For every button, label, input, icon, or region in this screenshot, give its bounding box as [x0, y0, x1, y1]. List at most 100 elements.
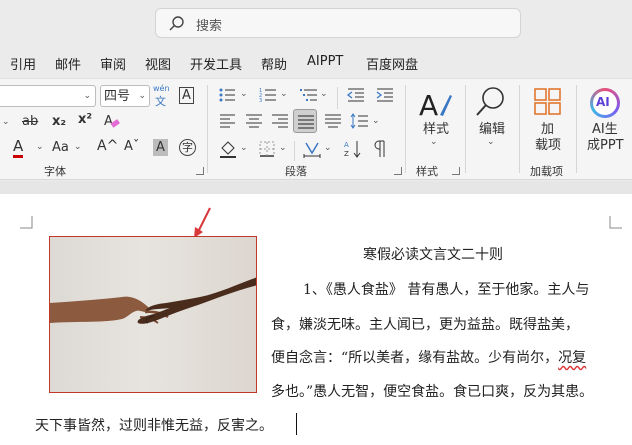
svg-text:A: A — [419, 89, 438, 121]
numbering-icon[interactable]: 123 — [259, 86, 281, 104]
add-ins-label-top[interactable]: 加 — [541, 123, 554, 136]
group-divider — [576, 85, 577, 173]
styles-button-label[interactable]: 样式 — [423, 123, 449, 136]
svg-text:A: A — [344, 141, 349, 149]
group-label-addins: 加载项 — [530, 165, 563, 178]
justify-button[interactable] — [293, 109, 317, 133]
search-icon — [169, 16, 184, 31]
search-placeholder: 搜索 — [196, 19, 223, 34]
sort-icon[interactable]: AZ — [344, 139, 362, 159]
margin-corner-mark — [609, 216, 622, 229]
group-divider — [519, 85, 520, 173]
clear-formatting-icon[interactable]: A — [103, 112, 121, 130]
tab-baidu-netdisk[interactable]: 百度网盘 — [366, 54, 418, 73]
paragraph-line-1: 1、《愚人食盐》 昔有愚人，至于他家。主人与 — [303, 282, 590, 298]
chevron-down-icon[interactable]: ⌄ — [36, 142, 44, 152]
phonetic-guide-button[interactable]: 文 — [155, 96, 166, 107]
chevron-down-icon[interactable]: ⌄ — [240, 89, 248, 99]
line-spacing-icon[interactable] — [350, 113, 370, 129]
chinese-layout-icon[interactable] — [302, 139, 322, 159]
search-box[interactable]: 搜索 — [155, 8, 521, 38]
ai-ppt-label-top[interactable]: AI生 — [592, 123, 618, 136]
decrease-indent-icon[interactable] — [346, 86, 366, 104]
chevron-down-icon[interactable]: ⌄ — [430, 137, 438, 147]
add-ins-label-bottom[interactable]: 载项 — [535, 139, 561, 152]
show-marks-icon[interactable] — [372, 139, 388, 159]
align-left-icon[interactable] — [219, 113, 237, 129]
align-justify-icon — [298, 115, 314, 129]
svg-text:Z: Z — [344, 150, 349, 158]
chevron-down-icon[interactable]: ⌄ — [74, 142, 82, 152]
enclose-characters-button[interactable]: 字 — [179, 139, 196, 156]
tab-help[interactable]: 帮助 — [261, 54, 287, 73]
chevron-down-icon[interactable]: ⌄ — [372, 116, 380, 126]
superscript-button[interactable]: x² — [78, 113, 92, 126]
ai-ppt-icon[interactable]: AI — [590, 88, 620, 118]
font-color-button[interactable]: A — [13, 139, 24, 158]
character-shading-button[interactable]: A — [153, 139, 168, 156]
tab-developer[interactable]: 开发工具 — [190, 54, 242, 73]
paragraph-line-3-text: 便自念言：“所以美者，缘有盐故。少有尚尔， — [271, 350, 559, 366]
chevron-down-icon[interactable]: ⌄ — [324, 143, 332, 153]
editing-button-label[interactable]: 编辑 — [479, 123, 505, 136]
chevron-down-icon[interactable]: ⌄ — [320, 89, 328, 99]
strikethrough-button[interactable]: ab — [22, 115, 38, 128]
tab-review[interactable]: 审阅 — [100, 54, 126, 73]
bullets-icon[interactable] — [218, 86, 240, 104]
paragraph-dialog-launcher-icon[interactable] — [394, 167, 402, 175]
borders-icon[interactable] — [258, 140, 276, 158]
chevron-down-icon[interactable]: ⌄ — [2, 117, 10, 127]
tab-references[interactable]: 引用 — [10, 54, 36, 73]
tab-mailings[interactable]: 邮件 — [55, 54, 81, 73]
grow-font-button[interactable]: A^ — [97, 139, 118, 153]
find-magnifier-icon[interactable] — [474, 85, 508, 119]
align-right-icon[interactable] — [271, 113, 289, 129]
paragraph-line-4: 多也。”愚人无智，便空食盐。食已口爽，反为其患。 — [271, 384, 594, 400]
shrink-font-button[interactable]: Aˇ — [124, 140, 139, 153]
document-title: 寒假必读文言文二十则 — [363, 247, 503, 263]
font-size-value: 四号 — [104, 89, 131, 104]
chevron-down-icon[interactable]: ⌄ — [280, 89, 288, 99]
paragraph-line-2: 食，嫌淡无味。主人闻已，更为益盐。既得盐美， — [271, 317, 579, 333]
group-label-paragraph: 段落 — [285, 165, 307, 178]
divider — [337, 87, 338, 109]
annotation-arrow-icon — [194, 207, 211, 238]
divider — [294, 141, 295, 161]
change-case-button[interactable]: Aa — [52, 141, 69, 154]
hands-photo[interactable] — [49, 236, 257, 393]
increase-indent-icon[interactable] — [375, 86, 395, 104]
multilevel-list-icon[interactable] — [299, 86, 321, 104]
chevron-down-icon[interactable]: ⌄ — [487, 137, 495, 147]
title-bar: 搜索 — [0, 0, 632, 48]
font-name-combo[interactable]: ⌄ — [0, 85, 96, 107]
phonetic-top: wén — [153, 84, 170, 93]
styles-dialog-launcher-icon[interactable] — [452, 167, 460, 175]
align-center-icon[interactable] — [245, 113, 263, 129]
add-ins-grid-icon[interactable] — [533, 87, 563, 117]
styles-icon[interactable]: A — [418, 87, 454, 121]
ai-ppt-label-bottom[interactable]: 成PPT — [587, 139, 624, 152]
group-divider — [465, 85, 466, 173]
ribbon: ⌄ 四号 ⌄ wén 文 A ⌄ ab x₂ x² A A ⌄ Aa ⌄ A^ … — [0, 78, 632, 180]
chevron-down-icon[interactable]: ⌄ — [240, 143, 248, 153]
ribbon-tabs: 引用 邮件 审阅 视图 开发工具 帮助 AIPPT 百度网盘 — [0, 48, 632, 76]
svg-text:A: A — [104, 114, 113, 129]
tab-aippt[interactable]: AIPPT — [307, 54, 343, 69]
hands-image — [50, 277, 256, 324]
chevron-down-icon: ⌄ — [83, 91, 91, 101]
group-label-font: 字体 — [44, 165, 66, 178]
margin-corner-mark — [20, 216, 33, 229]
font-size-combo[interactable]: 四号 ⌄ — [100, 85, 150, 107]
group-divider — [405, 85, 406, 173]
paragraph-line-3: 便自念言：“所以美者，缘有盐故。少有尚尔，况复 — [271, 347, 586, 367]
character-border-button[interactable]: A — [179, 87, 194, 104]
subscript-button[interactable]: x₂ — [52, 115, 66, 128]
paragraph-line-5: 天下事皆然，过则非惟无益，反害之。 — [35, 418, 273, 434]
shading-bucket-icon[interactable] — [219, 140, 237, 158]
distributed-align-icon[interactable] — [324, 113, 342, 129]
chevron-down-icon[interactable]: ⌄ — [279, 143, 287, 153]
spelling-flag-text: 况复 — [558, 350, 587, 366]
group-divider — [207, 85, 208, 173]
font-dialog-launcher-icon[interactable] — [196, 167, 204, 175]
tab-view[interactable]: 视图 — [145, 54, 171, 73]
